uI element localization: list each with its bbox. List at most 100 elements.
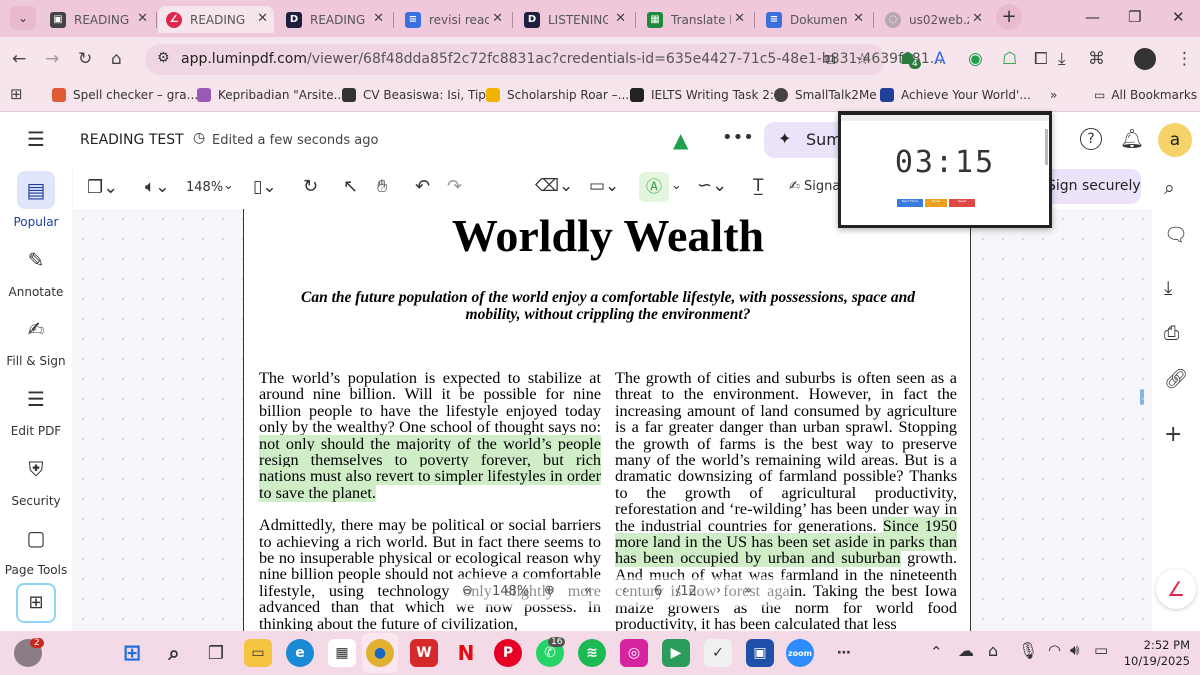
apps-grid-button[interactable]: ⊞ <box>16 583 56 623</box>
printer-tray-icon[interactable]: ⌂ <box>988 641 998 660</box>
timer-popup-window[interactable]: 03:15 Start Timer Pause Reset <box>838 111 1052 228</box>
netflix-icon[interactable]: N <box>452 639 480 667</box>
onedrive-icon[interactable]: ☁ <box>958 641 974 660</box>
clock[interactable]: 2:52 PM 10/19/2025 <box>1120 637 1190 669</box>
more-options-icon[interactable]: ••• <box>722 127 754 148</box>
media-icon[interactable]: ▣ <box>746 639 774 667</box>
spotify-icon[interactable]: ≋ <box>578 639 606 667</box>
close-icon[interactable]: ✕ <box>373 11 384 26</box>
text-tool-icon[interactable]: T̲ <box>753 176 763 196</box>
first-page-icon[interactable]: « <box>584 583 592 598</box>
prev-page-icon[interactable]: ‹ <box>622 583 627 598</box>
rail-edit-pdf[interactable]: ☰ Edit PDF <box>0 380 72 438</box>
tab-translate[interactable]: ▦ Translate E ✕ <box>639 6 751 33</box>
volume-icon[interactable]: 🔊︎ <box>1070 641 1079 659</box>
overflow-apps-icon[interactable]: ⋯ <box>830 639 858 667</box>
doc-name[interactable]: READING TEST <box>80 132 184 148</box>
bookmark-6[interactable]: SmallTalk2Me <box>774 88 877 102</box>
link-icon[interactable]: 🔗︎ <box>1164 367 1188 390</box>
rail-security[interactable]: ⛨ Security <box>0 450 72 508</box>
chrome-icon[interactable]: ● <box>366 639 394 667</box>
pan-hand-icon[interactable]: ✋︎ <box>377 176 387 197</box>
bookmarks-overflow-icon[interactable]: » <box>1050 88 1057 102</box>
sign-tool[interactable]: ✍ Signa <box>789 179 840 194</box>
edge-icon[interactable]: e <box>286 639 314 667</box>
tab-reading-active[interactable]: ∠ READING ✕ <box>158 6 274 33</box>
last-page-icon[interactable]: » <box>744 583 752 598</box>
close-icon[interactable]: ✕ <box>492 11 503 26</box>
capcut-icon[interactable]: ▶ <box>662 639 690 667</box>
all-bookmarks[interactable]: ▭ All Bookmarks <box>1094 88 1197 102</box>
apps-grid-icon[interactable]: ⊞ <box>10 85 23 103</box>
chevron-down-icon[interactable]: ⌄ <box>223 178 234 193</box>
search-icon[interactable]: ⌕ <box>160 639 188 667</box>
select-cursor-icon[interactable]: ↖ <box>343 176 358 197</box>
tab-listening[interactable]: D LISTENING ✕ <box>516 6 632 33</box>
home-icon[interactable]: ⌂ <box>111 49 122 69</box>
google-drive-icon[interactable]: ▲ <box>673 128 688 152</box>
rail-page-tools[interactable]: ▢ Page Tools <box>0 519 72 577</box>
rail-annotate[interactable]: ✎ Annotate <box>0 241 72 299</box>
task-view-icon[interactable]: ❐ <box>202 639 230 667</box>
highlight-icon[interactable]: Ⓐ <box>639 172 669 202</box>
redo-icon[interactable]: ↷ <box>447 176 462 197</box>
reset-button[interactable]: Reset <box>949 199 975 207</box>
rail-fill-sign[interactable]: ✍ Fill & Sign <box>0 310 72 368</box>
comments-icon[interactable]: 🗨︎ <box>1164 223 1188 246</box>
battery-icon[interactable]: ▭ <box>1094 641 1108 659</box>
instagram-icon[interactable]: ◎ <box>620 639 648 667</box>
close-window-button[interactable]: ✕ <box>1172 8 1185 26</box>
read-aloud-icon[interactable]: 🔈︎⌄ <box>145 177 169 197</box>
zoom-in-icon[interactable]: ⊕ <box>544 583 555 598</box>
close-icon[interactable]: ✕ <box>734 11 745 26</box>
store-icon[interactable]: ▦ <box>328 639 356 667</box>
close-icon[interactable]: ✕ <box>853 11 864 26</box>
tab-reading-1[interactable]: ▣ READING ✕ <box>42 6 154 33</box>
zoom-select[interactable]: 148% <box>186 180 223 195</box>
help-icon[interactable]: ? <box>1080 128 1102 150</box>
page-layout-icon[interactable]: ▯⌄ <box>253 177 277 197</box>
android-ext-icon[interactable]: ☖ <box>1002 49 1017 69</box>
rail-popular[interactable]: ▤ Popular <box>0 171 72 229</box>
close-icon[interactable]: ✕ <box>615 11 626 26</box>
back-icon[interactable]: ← <box>12 49 26 69</box>
notification-bell-icon[interactable]: 🔔︎ <box>1120 127 1144 150</box>
grammar-ext-icon[interactable]: ◉ <box>968 49 983 69</box>
tab-search-icon[interactable]: ⌄ <box>10 6 36 30</box>
print-icon[interactable]: ⎙ <box>1164 322 1179 344</box>
close-icon[interactable]: ✕ <box>257 11 268 26</box>
page-number-input[interactable]: 6 <box>654 584 662 599</box>
chevron-down-icon[interactable]: ⌄ <box>671 178 682 193</box>
bookmark-5[interactable]: IELTS Writing Task 2:... <box>630 88 785 102</box>
zoom-icon[interactable]: zoom <box>786 639 814 667</box>
extensions-puzzle-icon[interactable]: ⧠ <box>1034 49 1048 69</box>
zoom-out-icon[interactable]: ⊖ <box>462 583 473 598</box>
site-info-icon[interactable]: ⚙ <box>157 50 170 66</box>
menu-kebab-icon[interactable]: ⋮ <box>1176 49 1193 69</box>
undo-icon[interactable]: ↶ <box>415 176 430 197</box>
new-tab-button[interactable]: + <box>996 4 1022 30</box>
download-icon[interactable]: ⤓ <box>1164 277 1172 299</box>
bookmark-4[interactable]: Scholarship Roar –... <box>486 88 629 102</box>
hamburger-menu-icon[interactable]: ☰ <box>27 127 45 151</box>
lumin-fab-icon[interactable]: ∠ <box>1156 569 1196 609</box>
tab-zoom[interactable]: ◌ us02web.z ✕ <box>877 6 989 33</box>
bookmark-star-icon[interactable]: ☆ <box>855 49 869 68</box>
freehand-icon[interactable]: ∽⌄ <box>697 175 727 196</box>
plus-icon[interactable]: + <box>1164 422 1182 447</box>
tab-revisi[interactable]: ≡ revisi read ✕ <box>397 6 509 33</box>
download-icon[interactable]: ⤓ <box>1058 49 1066 69</box>
close-icon[interactable]: ✕ <box>137 11 148 26</box>
close-icon[interactable]: ✕ <box>972 11 983 26</box>
bookmark-2[interactable]: Kepribadian "Arsite... <box>197 88 345 102</box>
wifi-icon[interactable]: ◠ <box>1048 641 1061 659</box>
search-icon[interactable]: ⌕ <box>1164 177 1175 199</box>
wps-icon[interactable]: W <box>410 639 438 667</box>
file-explorer-icon[interactable]: ▭ <box>244 639 272 667</box>
rotate-icon[interactable]: ↻ <box>303 176 318 197</box>
start-timer-button[interactable]: Start Timer <box>897 199 923 207</box>
reload-icon[interactable]: ↻ <box>78 49 92 69</box>
windows-start-icon[interactable]: ⊞ <box>118 639 146 667</box>
bookmark-1[interactable]: Spell checker – gra... <box>52 88 198 102</box>
address-bar[interactable]: ⚙ app.luminpdf.com/viewer/68f48dda85f2c7… <box>145 44 943 75</box>
